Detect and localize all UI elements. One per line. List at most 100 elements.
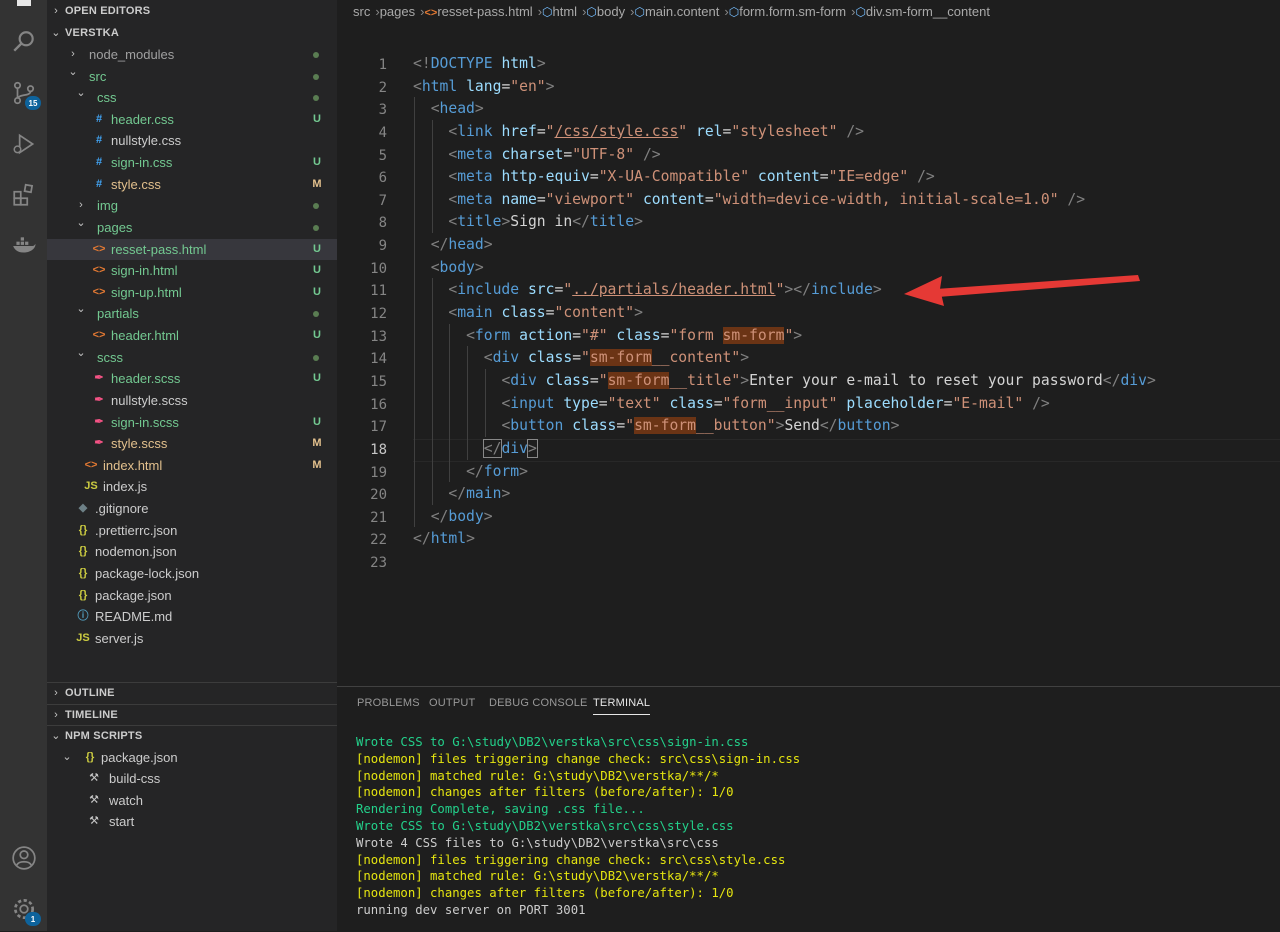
tree-item[interactable]: ✒ nullstyle.scss [47, 390, 337, 412]
code-token: < [501, 394, 511, 412]
search-icon[interactable] [8, 26, 39, 57]
tree-item[interactable]: ⌄ src [47, 66, 337, 88]
tree-item[interactable]: ✒ sign-in.scss U [47, 412, 337, 434]
tree-item[interactable]: {} package-lock.json [47, 563, 337, 585]
code-token: = [572, 349, 582, 367]
code-token: > [890, 417, 900, 435]
scss-file-icon: ✒ [94, 415, 104, 428]
tree-item[interactable]: {} .prettierrc.json [47, 520, 337, 542]
terminal-line: Rendering Complete, saving .css file... [356, 802, 645, 817]
npm-script-item[interactable]: ⚒ start [47, 811, 337, 833]
code-token: button [510, 417, 564, 435]
tree-item[interactable]: {} package.json [47, 585, 337, 607]
panel-tab-debug-console[interactable]: DEBUG CONSOLE [489, 697, 588, 709]
npm-package-label: package.json [101, 750, 178, 765]
tree-item[interactable]: JS index.js [47, 476, 337, 498]
extensions-icon[interactable] [8, 179, 39, 210]
breadcrumb-item[interactable]: main.content [645, 4, 719, 19]
code-token: div [1120, 371, 1147, 389]
code-token: = [598, 394, 608, 412]
accounts-icon[interactable] [8, 842, 39, 873]
npm-script-item[interactable]: ⚒ watch [47, 790, 337, 812]
code-token: content [642, 190, 705, 208]
files-icon[interactable] [8, 0, 39, 10]
project-header[interactable]: ⌄ VERSTKA [47, 23, 337, 44]
tree-item[interactable]: ✒ style.scss M [47, 433, 337, 455]
breadcrumb-item[interactable]: form.form.sm-form [739, 4, 846, 19]
tree-item[interactable]: <> sign-up.html U [47, 282, 337, 304]
tree-item[interactable]: › img [47, 195, 337, 217]
tree-item[interactable]: ⌄ css [47, 87, 337, 109]
annotation-arrow [904, 275, 1140, 306]
panel-tab-output[interactable]: OUTPUT [429, 697, 475, 709]
breadcrumb-item[interactable]: div.sm-form__content [866, 4, 990, 19]
tree-item[interactable]: # header.css U [47, 109, 337, 131]
npm-package-item[interactable]: ⌄ {} package.json [47, 747, 337, 769]
timeline-header[interactable]: › TIMELINE [47, 704, 337, 726]
tree-item[interactable]: ⌄ partials [47, 303, 337, 325]
tree-item[interactable]: # sign-in.css U [47, 152, 337, 174]
chevron-down-icon: ⌄ [76, 303, 86, 316]
git-status-badge: U [313, 285, 321, 298]
code-token: > [483, 507, 493, 525]
tree-item-label: scss [97, 349, 123, 365]
code-line: <title>Sign in</title> [413, 213, 643, 230]
breadcrumb-item[interactable]: html [553, 4, 578, 19]
tree-item[interactable]: › node_modules [47, 44, 337, 66]
breadcrumb-item[interactable]: src [353, 4, 370, 19]
tree-item[interactable]: ⌄ pages [47, 217, 337, 239]
breadcrumb-item[interactable]: pages [380, 4, 415, 19]
css-file-icon: # [95, 134, 103, 147]
code-token: ../partials/header.html [572, 281, 776, 299]
chevron-down-icon: ⌄ [76, 87, 86, 100]
source-control-icon[interactable]: 15 [8, 77, 41, 110]
line-number: 1 [378, 57, 387, 73]
line-number: 9 [378, 238, 387, 255]
tree-item[interactable]: <> sign-in.html U [47, 260, 337, 282]
tree-item-label: index.js [103, 479, 148, 495]
terminal-line: [nodemon] changes after filters (before/… [356, 886, 734, 901]
code-token: content [757, 168, 820, 186]
tree-item[interactable]: {} nodemon.json [47, 541, 337, 563]
code-token: > [501, 213, 511, 231]
tree-item[interactable]: <> header.html U [47, 325, 337, 347]
code-token: < [501, 371, 511, 389]
manage-gear-icon[interactable]: 1 [8, 893, 41, 926]
outline-header[interactable]: › OUTLINE [47, 682, 337, 704]
docker-icon[interactable] [8, 230, 39, 261]
breadcrumb-item[interactable]: body [597, 4, 625, 19]
run-debug-icon[interactable] [8, 128, 39, 159]
code-token: <! [413, 55, 431, 72]
tree-item[interactable]: # style.css M [47, 174, 337, 196]
npm-script-item[interactable]: ⚒ build-css [47, 768, 337, 790]
code-token: </ [1102, 371, 1121, 389]
open-editors-header[interactable]: › OPEN EDITORS [47, 1, 337, 22]
code-editor[interactable]: 1 <!DOCTYPE html> 2 <html lang="en"> 3 <head… [337, 24, 1280, 686]
npm-script-label: build-css [109, 771, 161, 786]
chevron-down-icon: ⌄ [76, 216, 86, 229]
tree-item[interactable]: <> index.html M [47, 455, 337, 477]
code-line: <html lang="en"> [413, 78, 555, 95]
tree-item[interactable]: <> resset-pass.html U [47, 238, 337, 261]
tree-item[interactable]: JS server.js [47, 628, 337, 650]
tree-item[interactable]: ◆ .gitignore [47, 498, 337, 520]
line-number: 13 [370, 328, 387, 345]
tree-item[interactable]: # nullstyle.css [47, 130, 337, 152]
code-token: </ [572, 213, 590, 231]
code-token: /> [642, 145, 661, 163]
tree-item[interactable]: ⌄ scss [47, 347, 337, 369]
scss-file-icon: ✒ [94, 393, 104, 406]
code-token: "content" [554, 304, 635, 322]
line-number: 2 [378, 79, 387, 96]
code-line: <input type="text" class="form__input" p… [413, 394, 1049, 412]
code-token: = [589, 371, 599, 389]
panel-tab-terminal[interactable]: TERMINAL [593, 697, 651, 715]
code-token: lang [466, 77, 502, 95]
tree-item[interactable]: ⓘ README.md [47, 606, 337, 628]
npm-scripts-header[interactable]: ⌄ NPM SCRIPTS [47, 725, 337, 747]
tree-item[interactable]: ✒ header.scss U [47, 368, 337, 390]
panel-tab-problems[interactable]: PROBLEMS [357, 697, 420, 709]
breadcrumb-item[interactable]: resset-pass.html [437, 4, 532, 19]
code-line: <meta name="viewport" content="width=dev… [413, 191, 1085, 208]
